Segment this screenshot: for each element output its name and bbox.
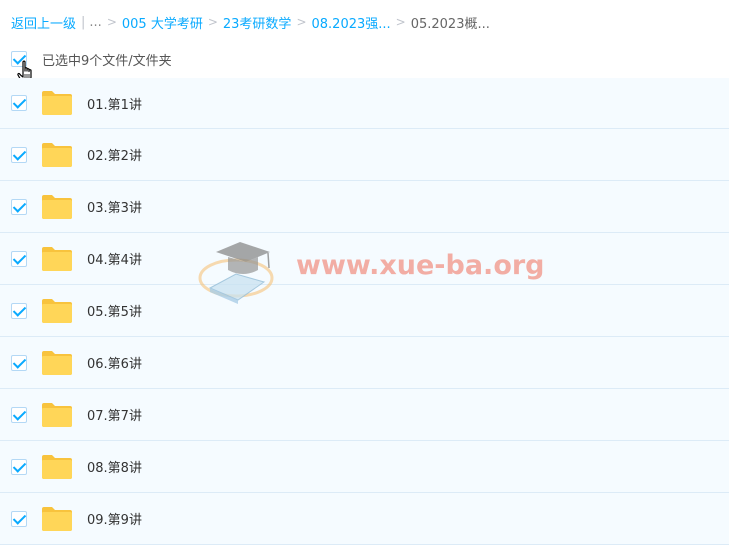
row-checkbox[interactable] — [11, 198, 27, 215]
file-name[interactable]: 06.第6讲 — [87, 353, 142, 372]
folder-icon — [42, 506, 72, 531]
file-name[interactable]: 04.第4讲 — [87, 249, 142, 268]
file-row[interactable]: 07.第7讲 — [0, 389, 729, 441]
row-checkbox[interactable] — [11, 354, 27, 371]
file-row[interactable]: 09.第9讲 — [0, 493, 729, 545]
file-name[interactable]: 07.第7讲 — [87, 405, 142, 424]
file-name[interactable]: 02.第2讲 — [87, 145, 142, 164]
file-row[interactable]: 06.第6讲 — [0, 337, 729, 389]
back-link[interactable]: 返回上一级 — [11, 13, 76, 32]
row-checkbox[interactable] — [11, 302, 27, 319]
file-row[interactable]: 05.第5讲 — [0, 285, 729, 337]
folder-icon — [42, 350, 72, 375]
row-checkbox[interactable] — [11, 510, 27, 527]
folder-icon — [42, 194, 72, 219]
file-list: 01.第1讲 02.第2讲 03.第3讲 04.第4讲 05.第5讲 06.第6… — [0, 78, 729, 545]
chevron-right-icon: > — [296, 15, 307, 29]
folder-icon — [42, 91, 72, 115]
chevron-right-icon: > — [207, 15, 218, 29]
file-name[interactable]: 09.第9讲 — [87, 509, 142, 528]
folder-icon — [42, 298, 72, 323]
breadcrumb-item[interactable]: 005 大学考研 — [122, 13, 203, 32]
row-checkbox[interactable] — [11, 458, 27, 475]
chevron-right-icon: > — [106, 15, 117, 29]
file-row[interactable]: 03.第3讲 — [0, 181, 729, 233]
file-row[interactable]: 08.第8讲 — [0, 441, 729, 493]
file-name[interactable]: 05.第5讲 — [87, 301, 142, 320]
folder-icon — [42, 142, 72, 167]
breadcrumb-ellipsis[interactable]: ... — [89, 15, 101, 30]
selection-summary: 已选中9个文件/文件夹 — [42, 53, 172, 69]
row-checkbox[interactable] — [11, 250, 27, 267]
file-row[interactable]: 02.第2讲 — [0, 129, 729, 181]
breadcrumb-current: 05.2023概... — [410, 16, 490, 32]
breadcrumb-item[interactable]: 23考研数学 — [223, 13, 292, 32]
folder-icon — [42, 402, 72, 427]
folder-icon — [42, 454, 72, 479]
chevron-right-icon: > — [395, 15, 406, 29]
file-name[interactable]: 08.第8讲 — [87, 457, 142, 476]
breadcrumb-divider: | — [81, 14, 86, 30]
row-checkbox[interactable] — [11, 406, 27, 423]
file-name[interactable]: 03.第3讲 — [87, 197, 142, 216]
row-checkbox[interactable] — [11, 146, 27, 163]
file-name[interactable]: 01.第1讲 — [87, 94, 142, 113]
file-row[interactable]: 01.第1讲 — [0, 78, 729, 129]
row-checkbox[interactable] — [11, 95, 27, 111]
breadcrumb-item[interactable]: 08.2023强... — [312, 13, 391, 32]
file-row[interactable]: 04.第4讲 — [0, 233, 729, 285]
breadcrumb: 返回上一级 | ... > 005 大学考研 > 23考研数学 > 08.202… — [11, 12, 490, 32]
folder-icon — [42, 246, 72, 271]
